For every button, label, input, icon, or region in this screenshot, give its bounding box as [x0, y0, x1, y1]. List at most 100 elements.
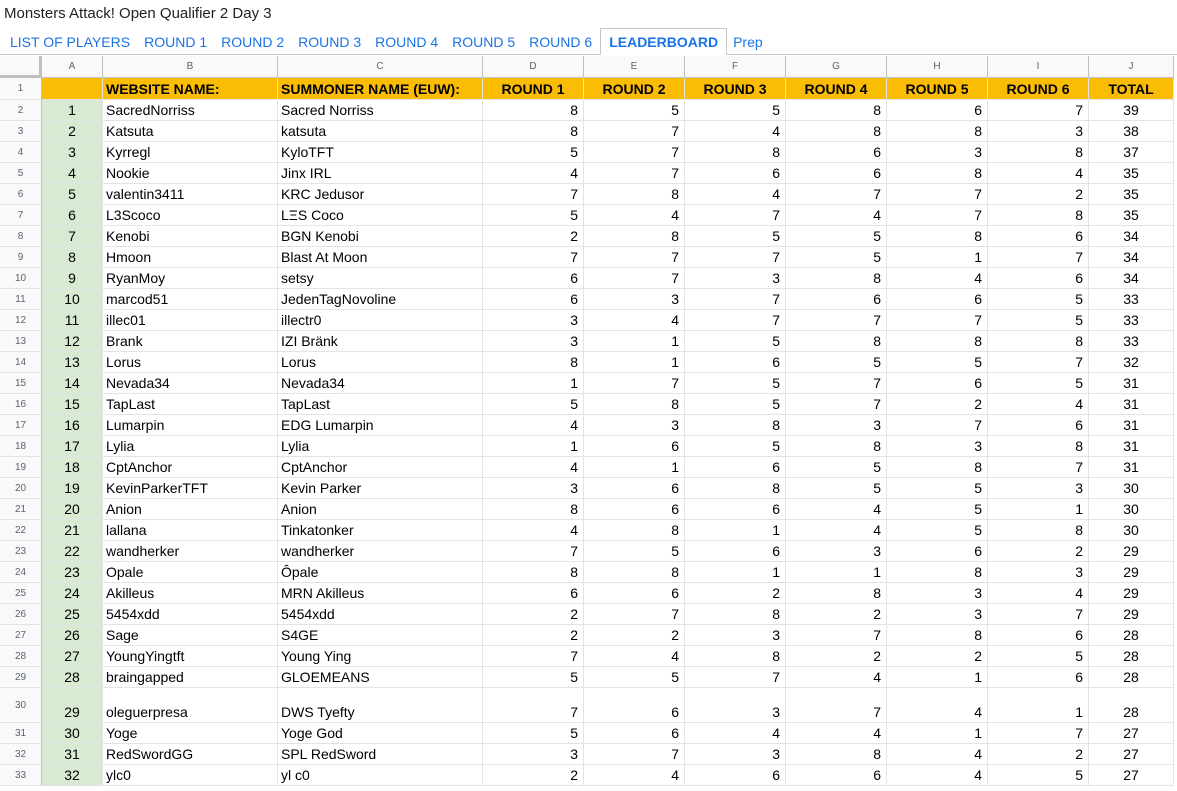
column-header-i[interactable]: I	[988, 56, 1089, 78]
round-6-cell[interactable]: 8	[988, 436, 1089, 457]
row-number[interactable]: 21	[0, 499, 42, 520]
row-number[interactable]: 29	[0, 667, 42, 688]
summoner-name-cell[interactable]: Kevin Parker	[278, 478, 483, 499]
round-3-cell[interactable]: 3	[685, 268, 786, 289]
total-cell[interactable]: 33	[1089, 289, 1174, 310]
website-name-cell[interactable]: oleguerpresa	[103, 688, 278, 723]
total-cell[interactable]: 34	[1089, 268, 1174, 289]
row-number[interactable]: 23	[0, 541, 42, 562]
round-6-cell[interactable]: 5	[988, 765, 1089, 786]
round-2-header[interactable]: ROUND 2	[584, 78, 685, 100]
round-5-cell[interactable]: 5	[887, 520, 988, 541]
round-4-cell[interactable]: 7	[786, 625, 887, 646]
website-name-cell[interactable]: Opale	[103, 562, 278, 583]
total-cell[interactable]: 28	[1089, 625, 1174, 646]
row-number[interactable]: 14	[0, 352, 42, 373]
website-name-cell[interactable]: 5454xdd	[103, 604, 278, 625]
tab-round-6[interactable]: ROUND 6	[523, 29, 600, 55]
column-header-b[interactable]: B	[103, 56, 278, 78]
row-number[interactable]: 4	[0, 142, 42, 163]
row-number[interactable]: 19	[0, 457, 42, 478]
round-1-cell[interactable]: 6	[483, 583, 584, 604]
tab-round-2[interactable]: ROUND 2	[215, 29, 292, 55]
row-number[interactable]: 18	[0, 436, 42, 457]
row-number[interactable]: 24	[0, 562, 42, 583]
total-cell[interactable]: 29	[1089, 562, 1174, 583]
round-6-cell[interactable]: 7	[988, 457, 1089, 478]
summoner-name-cell[interactable]: Blast At Moon	[278, 247, 483, 268]
round-4-cell[interactable]: 1	[786, 562, 887, 583]
row-number[interactable]: 11	[0, 289, 42, 310]
rank-cell[interactable]: 18	[42, 457, 103, 478]
round-4-cell[interactable]: 5	[786, 247, 887, 268]
round-1-cell[interactable]: 5	[483, 394, 584, 415]
round-6-cell[interactable]: 6	[988, 415, 1089, 436]
total-cell[interactable]: 34	[1089, 226, 1174, 247]
rank-cell[interactable]: 17	[42, 436, 103, 457]
round-2-cell[interactable]: 2	[584, 625, 685, 646]
round-2-cell[interactable]: 4	[584, 646, 685, 667]
summoner-name-cell[interactable]: S4GE	[278, 625, 483, 646]
website-name-cell[interactable]: Kyrregl	[103, 142, 278, 163]
round-5-cell[interactable]: 8	[887, 331, 988, 352]
round-5-cell[interactable]: 1	[887, 723, 988, 744]
website-name-cell[interactable]: Sage	[103, 625, 278, 646]
round-2-cell[interactable]: 8	[584, 562, 685, 583]
website-name-cell[interactable]: Anion	[103, 499, 278, 520]
round-1-cell[interactable]: 8	[483, 121, 584, 142]
round-6-cell[interactable]: 2	[988, 744, 1089, 765]
round-1-cell[interactable]: 2	[483, 625, 584, 646]
tab-prep[interactable]: Prep	[727, 29, 771, 55]
row-number[interactable]: 6	[0, 184, 42, 205]
rank-cell[interactable]: 9	[42, 268, 103, 289]
website-name-cell[interactable]: Hmoon	[103, 247, 278, 268]
rank-cell[interactable]: 15	[42, 394, 103, 415]
round-5-cell[interactable]: 4	[887, 765, 988, 786]
round-6-cell[interactable]: 6	[988, 226, 1089, 247]
round-6-cell[interactable]: 7	[988, 604, 1089, 625]
round-5-cell[interactable]: 3	[887, 142, 988, 163]
row-number[interactable]: 10	[0, 268, 42, 289]
round-5-cell[interactable]: 4	[887, 744, 988, 765]
round-5-cell[interactable]: 8	[887, 562, 988, 583]
summoner-name-cell[interactable]: BGN Kenobi	[278, 226, 483, 247]
rank-cell[interactable]: 32	[42, 765, 103, 786]
round-6-cell[interactable]: 3	[988, 478, 1089, 499]
total-cell[interactable]: 35	[1089, 163, 1174, 184]
round-3-header[interactable]: ROUND 3	[685, 78, 786, 100]
website-name-cell[interactable]: Akilleus	[103, 583, 278, 604]
round-6-cell[interactable]: 7	[988, 100, 1089, 121]
total-cell[interactable]: 39	[1089, 100, 1174, 121]
rank-cell[interactable]: 6	[42, 205, 103, 226]
rank-cell[interactable]: 7	[42, 226, 103, 247]
round-6-cell[interactable]: 5	[988, 289, 1089, 310]
round-4-cell[interactable]: 3	[786, 415, 887, 436]
rank-cell[interactable]: 3	[42, 142, 103, 163]
select-all-corner[interactable]	[0, 56, 42, 78]
round-4-cell[interactable]: 5	[786, 457, 887, 478]
rank-cell[interactable]: 8	[42, 247, 103, 268]
total-cell[interactable]: 31	[1089, 373, 1174, 394]
summoner-name-header[interactable]: SUMMONER NAME (EUW):	[278, 78, 483, 100]
round-1-cell[interactable]: 7	[483, 184, 584, 205]
row-number[interactable]: 9	[0, 247, 42, 268]
round-3-cell[interactable]: 7	[685, 667, 786, 688]
column-header-g[interactable]: G	[786, 56, 887, 78]
column-header-c[interactable]: C	[278, 56, 483, 78]
rank-cell[interactable]: 12	[42, 331, 103, 352]
round-1-cell[interactable]: 3	[483, 310, 584, 331]
round-3-cell[interactable]: 5	[685, 100, 786, 121]
summoner-name-cell[interactable]: Nevada34	[278, 373, 483, 394]
round-1-cell[interactable]: 5	[483, 205, 584, 226]
round-2-cell[interactable]: 8	[584, 394, 685, 415]
round-4-cell[interactable]: 6	[786, 142, 887, 163]
website-name-cell[interactable]: lallana	[103, 520, 278, 541]
website-name-cell[interactable]: KevinParkerTFT	[103, 478, 278, 499]
summoner-name-cell[interactable]: LΞS Coco	[278, 205, 483, 226]
rank-header-cell[interactable]	[42, 78, 103, 100]
round-4-cell[interactable]: 5	[786, 352, 887, 373]
column-header-f[interactable]: F	[685, 56, 786, 78]
round-6-cell[interactable]: 4	[988, 163, 1089, 184]
round-5-cell[interactable]: 4	[887, 268, 988, 289]
round-3-cell[interactable]: 7	[685, 310, 786, 331]
